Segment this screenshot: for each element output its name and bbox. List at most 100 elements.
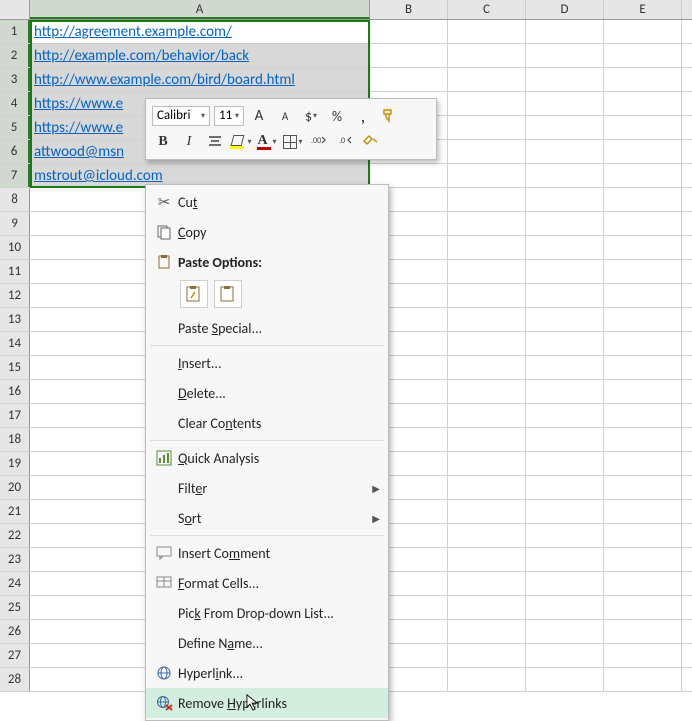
cell[interactable] bbox=[604, 452, 682, 475]
cell[interactable] bbox=[448, 644, 526, 667]
cell[interactable] bbox=[448, 572, 526, 595]
font-color-button[interactable]: A▾ bbox=[256, 131, 278, 153]
cell[interactable] bbox=[604, 572, 682, 595]
cell[interactable] bbox=[604, 356, 682, 379]
cell[interactable] bbox=[526, 668, 604, 691]
italic-button[interactable]: I bbox=[178, 131, 200, 153]
cell[interactable] bbox=[526, 452, 604, 475]
cell[interactable] bbox=[448, 380, 526, 403]
cell[interactable] bbox=[526, 476, 604, 499]
decrease-decimal-button[interactable]: .0 bbox=[334, 131, 356, 153]
menu-item-format-cells[interactable]: Format Cells... bbox=[146, 568, 388, 598]
grow-font-button[interactable]: A bbox=[248, 105, 270, 127]
cell[interactable] bbox=[604, 188, 682, 211]
cell[interactable] bbox=[526, 548, 604, 571]
accounting-format-button[interactable]: $▾ bbox=[300, 105, 322, 127]
cell[interactable] bbox=[526, 356, 604, 379]
menu-item-insert[interactable]: Insert... bbox=[146, 348, 388, 378]
menu-item-delete[interactable]: Delete... bbox=[146, 378, 388, 408]
row-header[interactable]: 13 bbox=[0, 308, 30, 331]
cell[interactable] bbox=[604, 332, 682, 355]
cell[interactable] bbox=[448, 404, 526, 427]
row-header[interactable]: 24 bbox=[0, 572, 30, 595]
cell[interactable] bbox=[526, 236, 604, 259]
cell[interactable] bbox=[370, 44, 448, 67]
row-header[interactable]: 7 bbox=[0, 164, 30, 187]
borders-button[interactable]: ▾ bbox=[282, 131, 304, 153]
format-painter-button-2[interactable] bbox=[360, 131, 382, 153]
fill-color-button[interactable]: ▾ bbox=[230, 131, 252, 153]
cell[interactable] bbox=[604, 212, 682, 235]
row-header[interactable]: 12 bbox=[0, 284, 30, 307]
cell[interactable] bbox=[448, 140, 526, 163]
cell[interactable] bbox=[526, 284, 604, 307]
row-header[interactable]: 22 bbox=[0, 524, 30, 547]
row-header[interactable]: 21 bbox=[0, 500, 30, 523]
cell[interactable] bbox=[526, 20, 604, 43]
cell[interactable] bbox=[604, 68, 682, 91]
percent-format-button[interactable]: % bbox=[326, 105, 348, 127]
cell[interactable] bbox=[448, 548, 526, 571]
cell[interactable] bbox=[526, 92, 604, 115]
menu-item-quick-analysis[interactable]: Quick Analysis bbox=[146, 443, 388, 473]
cell[interactable] bbox=[604, 620, 682, 643]
cell[interactable] bbox=[448, 164, 526, 187]
cell[interactable] bbox=[526, 164, 604, 187]
cell[interactable] bbox=[604, 284, 682, 307]
cell[interactable] bbox=[526, 116, 604, 139]
cell[interactable] bbox=[526, 212, 604, 235]
column-header-E[interactable]: E bbox=[604, 0, 682, 19]
cell[interactable] bbox=[526, 68, 604, 91]
paste-keep-source-button[interactable] bbox=[180, 280, 208, 308]
cell[interactable] bbox=[604, 44, 682, 67]
row-header[interactable]: 18 bbox=[0, 428, 30, 451]
center-align-button[interactable] bbox=[204, 131, 226, 153]
menu-item-sort[interactable]: Sort ▶ bbox=[146, 503, 388, 533]
cell[interactable] bbox=[526, 380, 604, 403]
cell[interactable] bbox=[604, 500, 682, 523]
cell[interactable]: http://agreement.example.com/ bbox=[30, 20, 370, 43]
row-header[interactable]: 6 bbox=[0, 140, 30, 163]
menu-item-cut[interactable]: ✂ Cut bbox=[146, 187, 388, 217]
cell[interactable] bbox=[448, 44, 526, 67]
cell[interactable] bbox=[526, 140, 604, 163]
cell[interactable] bbox=[448, 476, 526, 499]
cell[interactable] bbox=[526, 524, 604, 547]
menu-item-copy[interactable]: Copy bbox=[146, 217, 388, 247]
cell[interactable] bbox=[370, 20, 448, 43]
cell[interactable] bbox=[604, 380, 682, 403]
row-header[interactable]: 10 bbox=[0, 236, 30, 259]
cell[interactable] bbox=[448, 92, 526, 115]
cell[interactable] bbox=[604, 92, 682, 115]
row-header[interactable]: 28 bbox=[0, 668, 30, 691]
cell[interactable] bbox=[370, 68, 448, 91]
cell[interactable] bbox=[448, 356, 526, 379]
menu-item-filter[interactable]: Filter ▶ bbox=[146, 473, 388, 503]
row-header[interactable]: 17 bbox=[0, 404, 30, 427]
cell[interactable] bbox=[448, 212, 526, 235]
cell[interactable]: http://www.example.com/bird/board.html bbox=[30, 68, 370, 91]
row-header[interactable]: 20 bbox=[0, 476, 30, 499]
cell[interactable] bbox=[526, 404, 604, 427]
hyperlink[interactable]: mstrout@icloud.com bbox=[34, 167, 163, 185]
row-header[interactable]: 25 bbox=[0, 596, 30, 619]
cell[interactable] bbox=[448, 524, 526, 547]
cell[interactable] bbox=[604, 236, 682, 259]
select-all-corner[interactable] bbox=[0, 0, 30, 19]
menu-item-paste-special[interactable]: Paste Special... bbox=[146, 313, 388, 343]
cell[interactable] bbox=[526, 308, 604, 331]
cell[interactable] bbox=[526, 428, 604, 451]
format-painter-button[interactable] bbox=[378, 105, 400, 127]
cell[interactable] bbox=[448, 284, 526, 307]
cell[interactable] bbox=[448, 596, 526, 619]
cell[interactable] bbox=[448, 20, 526, 43]
hyperlink[interactable]: attwood@msn bbox=[34, 143, 124, 161]
column-header-B[interactable]: B bbox=[370, 0, 448, 19]
column-header-D[interactable]: D bbox=[526, 0, 604, 19]
cell[interactable] bbox=[448, 188, 526, 211]
menu-item-define-name[interactable]: Define Name... bbox=[146, 628, 388, 658]
cell[interactable] bbox=[604, 404, 682, 427]
cell[interactable] bbox=[604, 116, 682, 139]
increase-decimal-button[interactable]: .00 bbox=[308, 131, 330, 153]
cell[interactable] bbox=[448, 260, 526, 283]
